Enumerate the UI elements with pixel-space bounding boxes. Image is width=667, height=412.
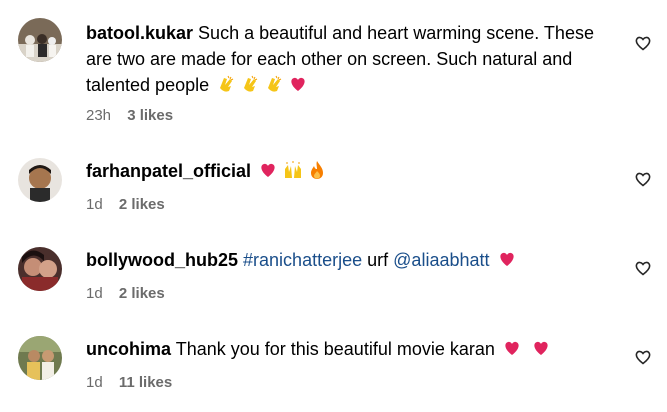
mention-link[interactable]: @aliaabhatt <box>393 250 489 270</box>
comment-time[interactable]: 1d <box>86 374 103 391</box>
like-heart-icon[interactable] <box>633 347 653 367</box>
comment-meta: 23h 3 likes <box>86 107 173 124</box>
avatar[interactable] <box>18 336 62 380</box>
like-heart-icon[interactable] <box>633 169 653 189</box>
comment-text: Thank you for this beautiful movie karan <box>175 339 495 359</box>
comment-likes[interactable]: 11 likes <box>119 374 172 391</box>
red-heart-icon <box>258 160 278 187</box>
avatar[interactable] <box>18 247 62 291</box>
comment-likes[interactable]: 2 likes <box>119 196 165 213</box>
hashtag-link[interactable]: #ranichatterjee <box>243 250 362 270</box>
like-heart-icon[interactable] <box>633 258 653 278</box>
clapping-hands-icon <box>264 74 284 101</box>
comment-likes[interactable]: 2 likes <box>119 285 165 302</box>
comment-username[interactable]: bollywood_hub25 <box>86 250 238 270</box>
like-heart-icon[interactable] <box>633 33 653 53</box>
comment-meta: 1d 11 likes <box>86 374 172 391</box>
comment-likes[interactable]: 3 likes <box>127 107 173 124</box>
comment-time[interactable]: 23h <box>86 107 111 124</box>
comment-body: farhanpatel_official <box>86 158 607 187</box>
fire-icon <box>308 160 326 187</box>
red-heart-icon <box>288 74 308 101</box>
clapping-hands-icon <box>240 74 260 101</box>
red-heart-icon <box>497 249 517 276</box>
comment-text: urf <box>367 250 389 270</box>
comment-time[interactable]: 1d <box>86 196 103 213</box>
comment-body: uncohima Thank you for this beautiful mo… <box>86 336 607 365</box>
comment-meta: 1d 2 likes <box>86 196 165 213</box>
red-heart-icon <box>502 338 522 365</box>
comment-username[interactable]: uncohima <box>86 339 171 359</box>
comment-meta: 1d 2 likes <box>86 285 165 302</box>
avatar[interactable] <box>18 158 62 202</box>
clapping-hands-icon <box>216 74 236 101</box>
comment-username[interactable]: farhanpatel_official <box>86 161 251 181</box>
comment-body: bollywood_hub25 #ranichatterjee urf @ali… <box>86 247 607 276</box>
raising-hands-icon <box>282 160 304 187</box>
comment-body: batool.kukar Such a beautiful and heart … <box>86 20 607 101</box>
avatar[interactable] <box>18 18 62 62</box>
comment-username[interactable]: batool.kukar <box>86 23 193 43</box>
comment-time[interactable]: 1d <box>86 285 103 302</box>
red-heart-icon <box>531 338 551 365</box>
